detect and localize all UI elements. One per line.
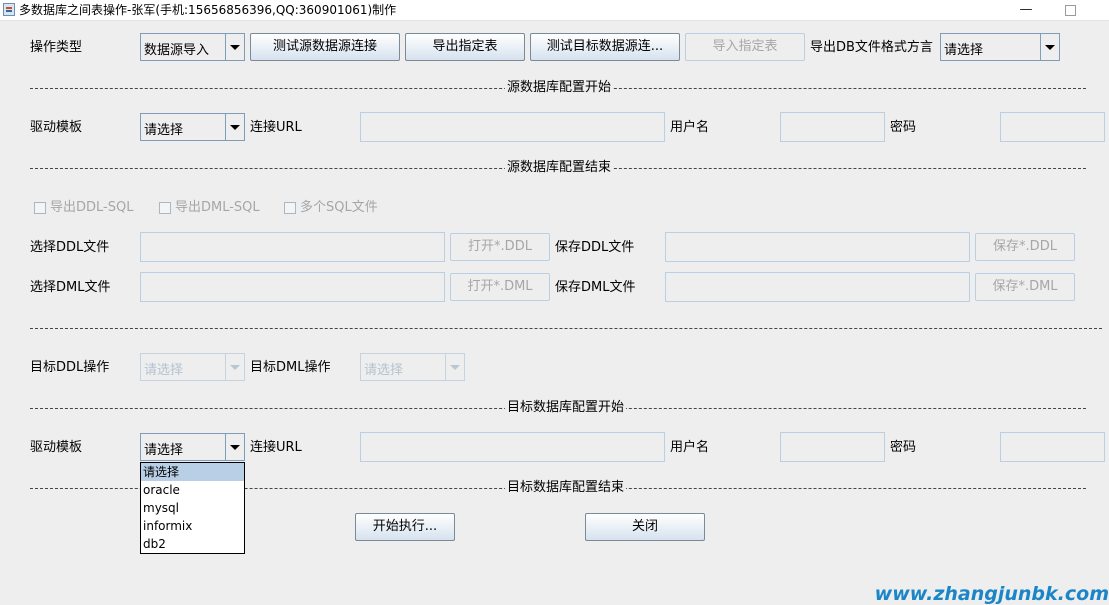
- db-dialect-combo[interactable]: 请选择: [940, 33, 1060, 61]
- source-password-field[interactable]: [1000, 112, 1105, 142]
- target-driver-label: 驱动模板: [30, 440, 83, 455]
- target-dml-op-value: 请选择: [364, 363, 404, 378]
- dropdown-option[interactable]: db2: [141, 535, 244, 553]
- export-ddl-sql-checkbox[interactable]: [34, 202, 46, 214]
- export-dml-sql-label: 导出DML-SQL: [175, 200, 260, 215]
- chevron-down-icon: [1040, 34, 1059, 60]
- window-title: 多数据库之间表操作-张军(手机:15656856396,QQ:360901061…: [19, 3, 397, 17]
- dropdown-option[interactable]: informix: [141, 517, 244, 535]
- target-dml-op-combo[interactable]: 请选择: [360, 353, 465, 381]
- source-user-field[interactable]: [780, 112, 885, 142]
- dropdown-option[interactable]: 请选择: [141, 463, 244, 481]
- target-ddl-op-value: 请选择: [144, 363, 184, 378]
- maximize-button[interactable]: [1056, 0, 1084, 20]
- target-ddl-op-combo[interactable]: 请选择: [140, 353, 245, 381]
- select-dml-label: 选择DML文件: [30, 280, 111, 295]
- select-ddl-field[interactable]: [140, 232, 445, 262]
- source-config-start-label: 源数据库配置开始: [505, 80, 614, 96]
- target-config-end-label: 目标数据库配置结束: [505, 480, 627, 496]
- watermark: www.zhangjunbk.com: [874, 583, 1109, 605]
- save-dml-button[interactable]: 保存*.DML: [975, 273, 1075, 301]
- import-table-button[interactable]: 导入指定表: [685, 33, 805, 61]
- source-driver-label: 驱动模板: [30, 120, 83, 135]
- save-ddl-label: 保存DDL文件: [555, 240, 635, 255]
- save-ddl-button[interactable]: 保存*.DDL: [975, 233, 1075, 261]
- dropdown-option[interactable]: oracle: [141, 481, 244, 499]
- export-dml-sql-checkbox[interactable]: [159, 202, 171, 214]
- target-user-label: 用户名: [670, 440, 710, 455]
- target-user-field[interactable]: [780, 432, 885, 462]
- chevron-down-icon: [225, 354, 244, 380]
- open-dml-button[interactable]: 打开*.DML: [450, 273, 550, 301]
- db-dialect-value: 请选择: [944, 43, 984, 58]
- select-ddl-label: 选择DDL文件: [30, 240, 110, 255]
- middle-separator: [30, 328, 1102, 329]
- multi-sql-files-label: 多个SQL文件: [300, 200, 378, 215]
- op-type-value: 数据源导入: [144, 43, 210, 58]
- source-user-label: 用户名: [670, 120, 710, 135]
- save-dml-field[interactable]: [665, 272, 970, 302]
- test-source-connection-button[interactable]: 测试源数据源连接: [250, 33, 400, 61]
- java-app-icon: [3, 3, 15, 16]
- title-bar: 多数据库之间表操作-张军(手机:15656856396,QQ:360901061…: [0, 0, 1109, 21]
- minimize-button[interactable]: —: [1012, 0, 1040, 20]
- target-url-field[interactable]: [360, 432, 665, 462]
- dropdown-option[interactable]: mysql: [141, 499, 244, 517]
- target-driver-combo[interactable]: 请选择: [140, 433, 245, 461]
- source-url-label: 连接URL: [250, 120, 302, 135]
- target-driver-dropdown-list[interactable]: 请选择 oracle mysql informix db2: [140, 462, 245, 554]
- db-dialect-label: 导出DB文件格式方言: [810, 40, 933, 55]
- target-config-start-label: 目标数据库配置开始: [505, 400, 627, 416]
- close-button[interactable]: 关闭: [585, 513, 705, 541]
- target-ddl-op-label: 目标DDL操作: [30, 360, 110, 375]
- source-url-field[interactable]: [360, 112, 665, 142]
- op-type-combo[interactable]: 数据源导入: [140, 33, 245, 61]
- target-dml-op-label: 目标DML操作: [250, 360, 331, 375]
- select-dml-field[interactable]: [140, 272, 445, 302]
- save-ddl-field[interactable]: [665, 232, 970, 262]
- open-ddl-button[interactable]: 打开*.DDL: [450, 233, 550, 261]
- multi-sql-files-checkbox[interactable]: [284, 202, 296, 214]
- chevron-down-icon: [225, 34, 244, 60]
- test-target-connection-button[interactable]: 测试目标数据源连...: [530, 33, 680, 61]
- target-url-label: 连接URL: [250, 440, 302, 455]
- target-driver-value: 请选择: [144, 443, 184, 458]
- chevron-down-icon: [445, 354, 464, 380]
- chevron-down-icon: [225, 114, 244, 140]
- maximize-icon: [1064, 5, 1076, 16]
- op-type-label: 操作类型: [30, 40, 83, 55]
- source-config-end-label: 源数据库配置结束: [505, 160, 614, 176]
- chevron-down-icon: [225, 434, 244, 460]
- target-password-field[interactable]: [1000, 432, 1105, 462]
- export-table-button[interactable]: 导出指定表: [405, 33, 525, 61]
- save-dml-label: 保存DML文件: [555, 280, 636, 295]
- export-ddl-sql-label: 导出DDL-SQL: [50, 200, 134, 215]
- start-execution-button[interactable]: 开始执行...: [355, 513, 455, 541]
- target-password-label: 密码: [890, 440, 917, 455]
- source-driver-combo[interactable]: 请选择: [140, 113, 245, 141]
- source-password-label: 密码: [890, 120, 917, 135]
- source-driver-value: 请选择: [144, 123, 184, 138]
